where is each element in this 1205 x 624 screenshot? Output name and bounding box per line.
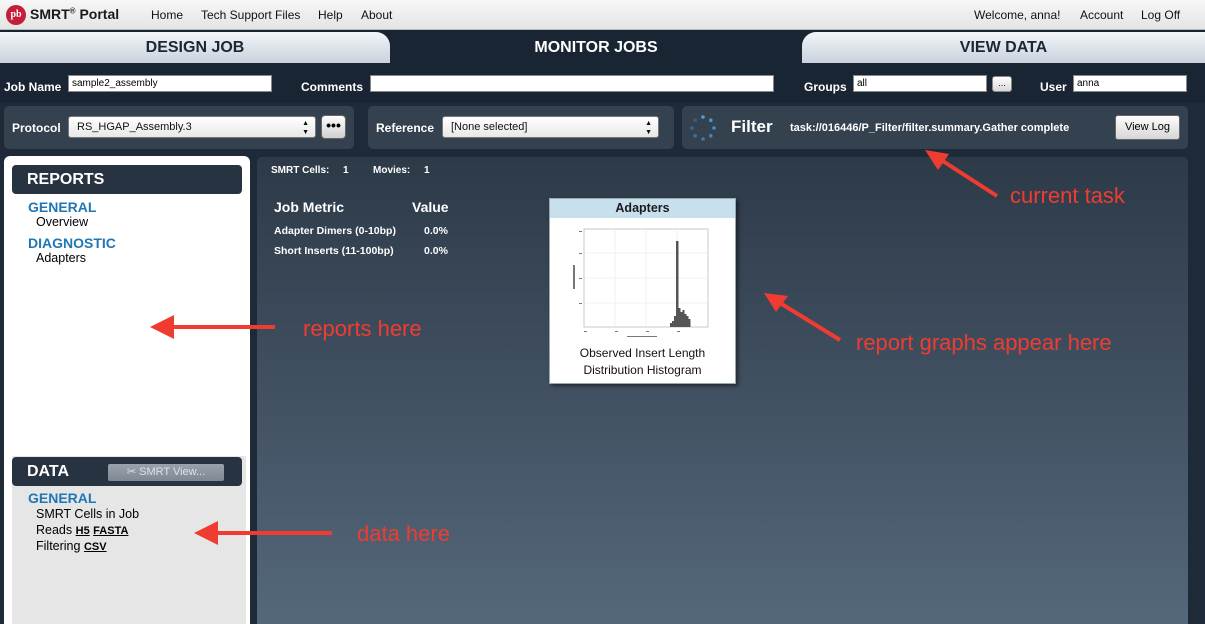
job-name-label: Job Name bbox=[4, 80, 62, 94]
filtering-csv-link[interactable]: CSV bbox=[84, 541, 107, 553]
report-adapters-link[interactable]: Adapters bbox=[36, 251, 86, 265]
view-log-button[interactable]: View Log bbox=[1115, 115, 1180, 140]
main-tabs: DESIGN JOB MONITOR JOBS VIEW DATA bbox=[0, 30, 1205, 63]
data-panel: GENERAL SMRT Cells in Job Reads H5 FASTA… bbox=[4, 456, 250, 624]
job-info-row: Job Name sample2_assembly Comments Group… bbox=[0, 63, 1205, 103]
comments-label: Comments bbox=[301, 80, 364, 94]
right-edge bbox=[1188, 157, 1205, 624]
groups-picker-button[interactable]: ... bbox=[992, 76, 1012, 92]
smrt-view-label: SMRT View... bbox=[139, 466, 206, 478]
menu-about[interactable]: About bbox=[361, 8, 392, 22]
data-reads-label: Reads bbox=[36, 523, 73, 537]
job-metric-column-header: Job Metric bbox=[274, 199, 345, 215]
data-filtering-label: Filtering bbox=[36, 539, 81, 553]
card-title: Adapters bbox=[550, 199, 735, 218]
metric-name: Short Inserts (11-100bp) bbox=[274, 245, 394, 257]
brand-name: SMRT bbox=[30, 6, 70, 22]
adapters-report-card[interactable]: Adapters Observed Insert Length Distribu… bbox=[549, 198, 736, 384]
tab-view-data[interactable]: VIEW DATA bbox=[802, 32, 1205, 63]
tab-design-job[interactable]: DESIGN JOB bbox=[0, 32, 390, 63]
reads-h5-link[interactable]: H5 bbox=[76, 525, 90, 537]
card-caption: Observed Insert Length Distribution Hist… bbox=[579, 346, 706, 377]
movies-label: Movies: bbox=[373, 165, 411, 176]
menu-tech-support-files[interactable]: Tech Support Files bbox=[201, 8, 300, 22]
dropdown-arrows-icon: ▲ ▼ bbox=[645, 120, 652, 136]
spinner-icon bbox=[690, 115, 716, 141]
smrt-cells-value: 1 bbox=[343, 165, 349, 176]
brand-suffix: Portal bbox=[79, 6, 120, 22]
metric-value: 0.0% bbox=[424, 245, 448, 257]
metric-value: 0.0% bbox=[424, 225, 448, 237]
menu-account[interactable]: Account bbox=[1080, 8, 1123, 22]
job-name-field[interactable]: sample2_assembly bbox=[68, 75, 272, 92]
reports-panel: REPORTS GENERAL Overview DIAGNOSTIC Adap… bbox=[4, 156, 250, 456]
smrt-cells-label: SMRT Cells: bbox=[271, 165, 330, 176]
tab-monitor-jobs[interactable]: MONITOR JOBS bbox=[392, 32, 800, 63]
user-label: User bbox=[1040, 80, 1067, 94]
metric-name: Adapter Dimers (0-10bp) bbox=[274, 225, 396, 237]
user-field[interactable]: anna bbox=[1073, 75, 1187, 92]
annotation-graphs-here: report graphs appear here bbox=[856, 330, 1112, 355]
reference-label: Reference bbox=[376, 121, 435, 135]
reports-header: REPORTS bbox=[12, 165, 242, 194]
reference-select-value: [None selected] bbox=[451, 121, 528, 133]
logo-icon: pb bbox=[6, 5, 26, 25]
annotation-reports-here: reports here bbox=[303, 316, 422, 341]
brand-reg: ® bbox=[69, 6, 76, 16]
protocol-options-button[interactable]: ••• bbox=[321, 115, 346, 139]
reports-general-heading: GENERAL bbox=[28, 199, 97, 215]
data-filtering-row: Filtering CSV bbox=[36, 539, 107, 553]
current-task-text: task://016446/P_Filter/filter.summary.Ga… bbox=[790, 122, 1070, 134]
brand-title: SMRT® Portal bbox=[30, 6, 119, 22]
value-column-header: Value bbox=[412, 199, 449, 215]
top-menu-bar: pb SMRT® Portal Home Tech Support Files … bbox=[0, 0, 1205, 30]
movies-value: 1 bbox=[424, 165, 430, 176]
data-reads-row: Reads H5 FASTA bbox=[36, 523, 128, 537]
report-overview-link[interactable]: Overview bbox=[36, 215, 88, 229]
protocol-select[interactable]: RS_HGAP_Assembly.3 ▲ ▼ bbox=[68, 116, 316, 138]
annotation-data-here: data here bbox=[357, 521, 450, 546]
menu-logout[interactable]: Log Off bbox=[1141, 8, 1180, 22]
data-general-heading: GENERAL bbox=[28, 490, 97, 506]
protocol-select-value: RS_HGAP_Assembly.3 bbox=[77, 121, 192, 133]
comments-field[interactable] bbox=[370, 75, 774, 92]
smrt-view-button[interactable]: ✂ SMRT View... bbox=[108, 464, 224, 481]
reports-diagnostic-heading: DIAGNOSTIC bbox=[28, 235, 116, 251]
dropdown-arrows-icon: ▲ ▼ bbox=[302, 120, 309, 136]
annotation-current-task: current task bbox=[1010, 183, 1125, 208]
current-step-title: Filter bbox=[731, 117, 773, 136]
groups-label: Groups bbox=[804, 80, 847, 94]
histogram-thumbnail bbox=[573, 228, 709, 337]
data-smrt-cells-link[interactable]: SMRT Cells in Job bbox=[36, 507, 139, 521]
protocol-label: Protocol bbox=[12, 121, 61, 135]
reference-select[interactable]: [None selected] ▲ ▼ bbox=[442, 116, 659, 138]
reads-fasta-link[interactable]: FASTA bbox=[93, 525, 128, 537]
menu-help[interactable]: Help bbox=[318, 8, 343, 22]
welcome-text: Welcome, anna! bbox=[974, 8, 1061, 22]
wrench-icon: ✂ bbox=[126, 466, 137, 478]
groups-field[interactable]: all bbox=[853, 75, 987, 92]
menu-home[interactable]: Home bbox=[151, 8, 183, 22]
